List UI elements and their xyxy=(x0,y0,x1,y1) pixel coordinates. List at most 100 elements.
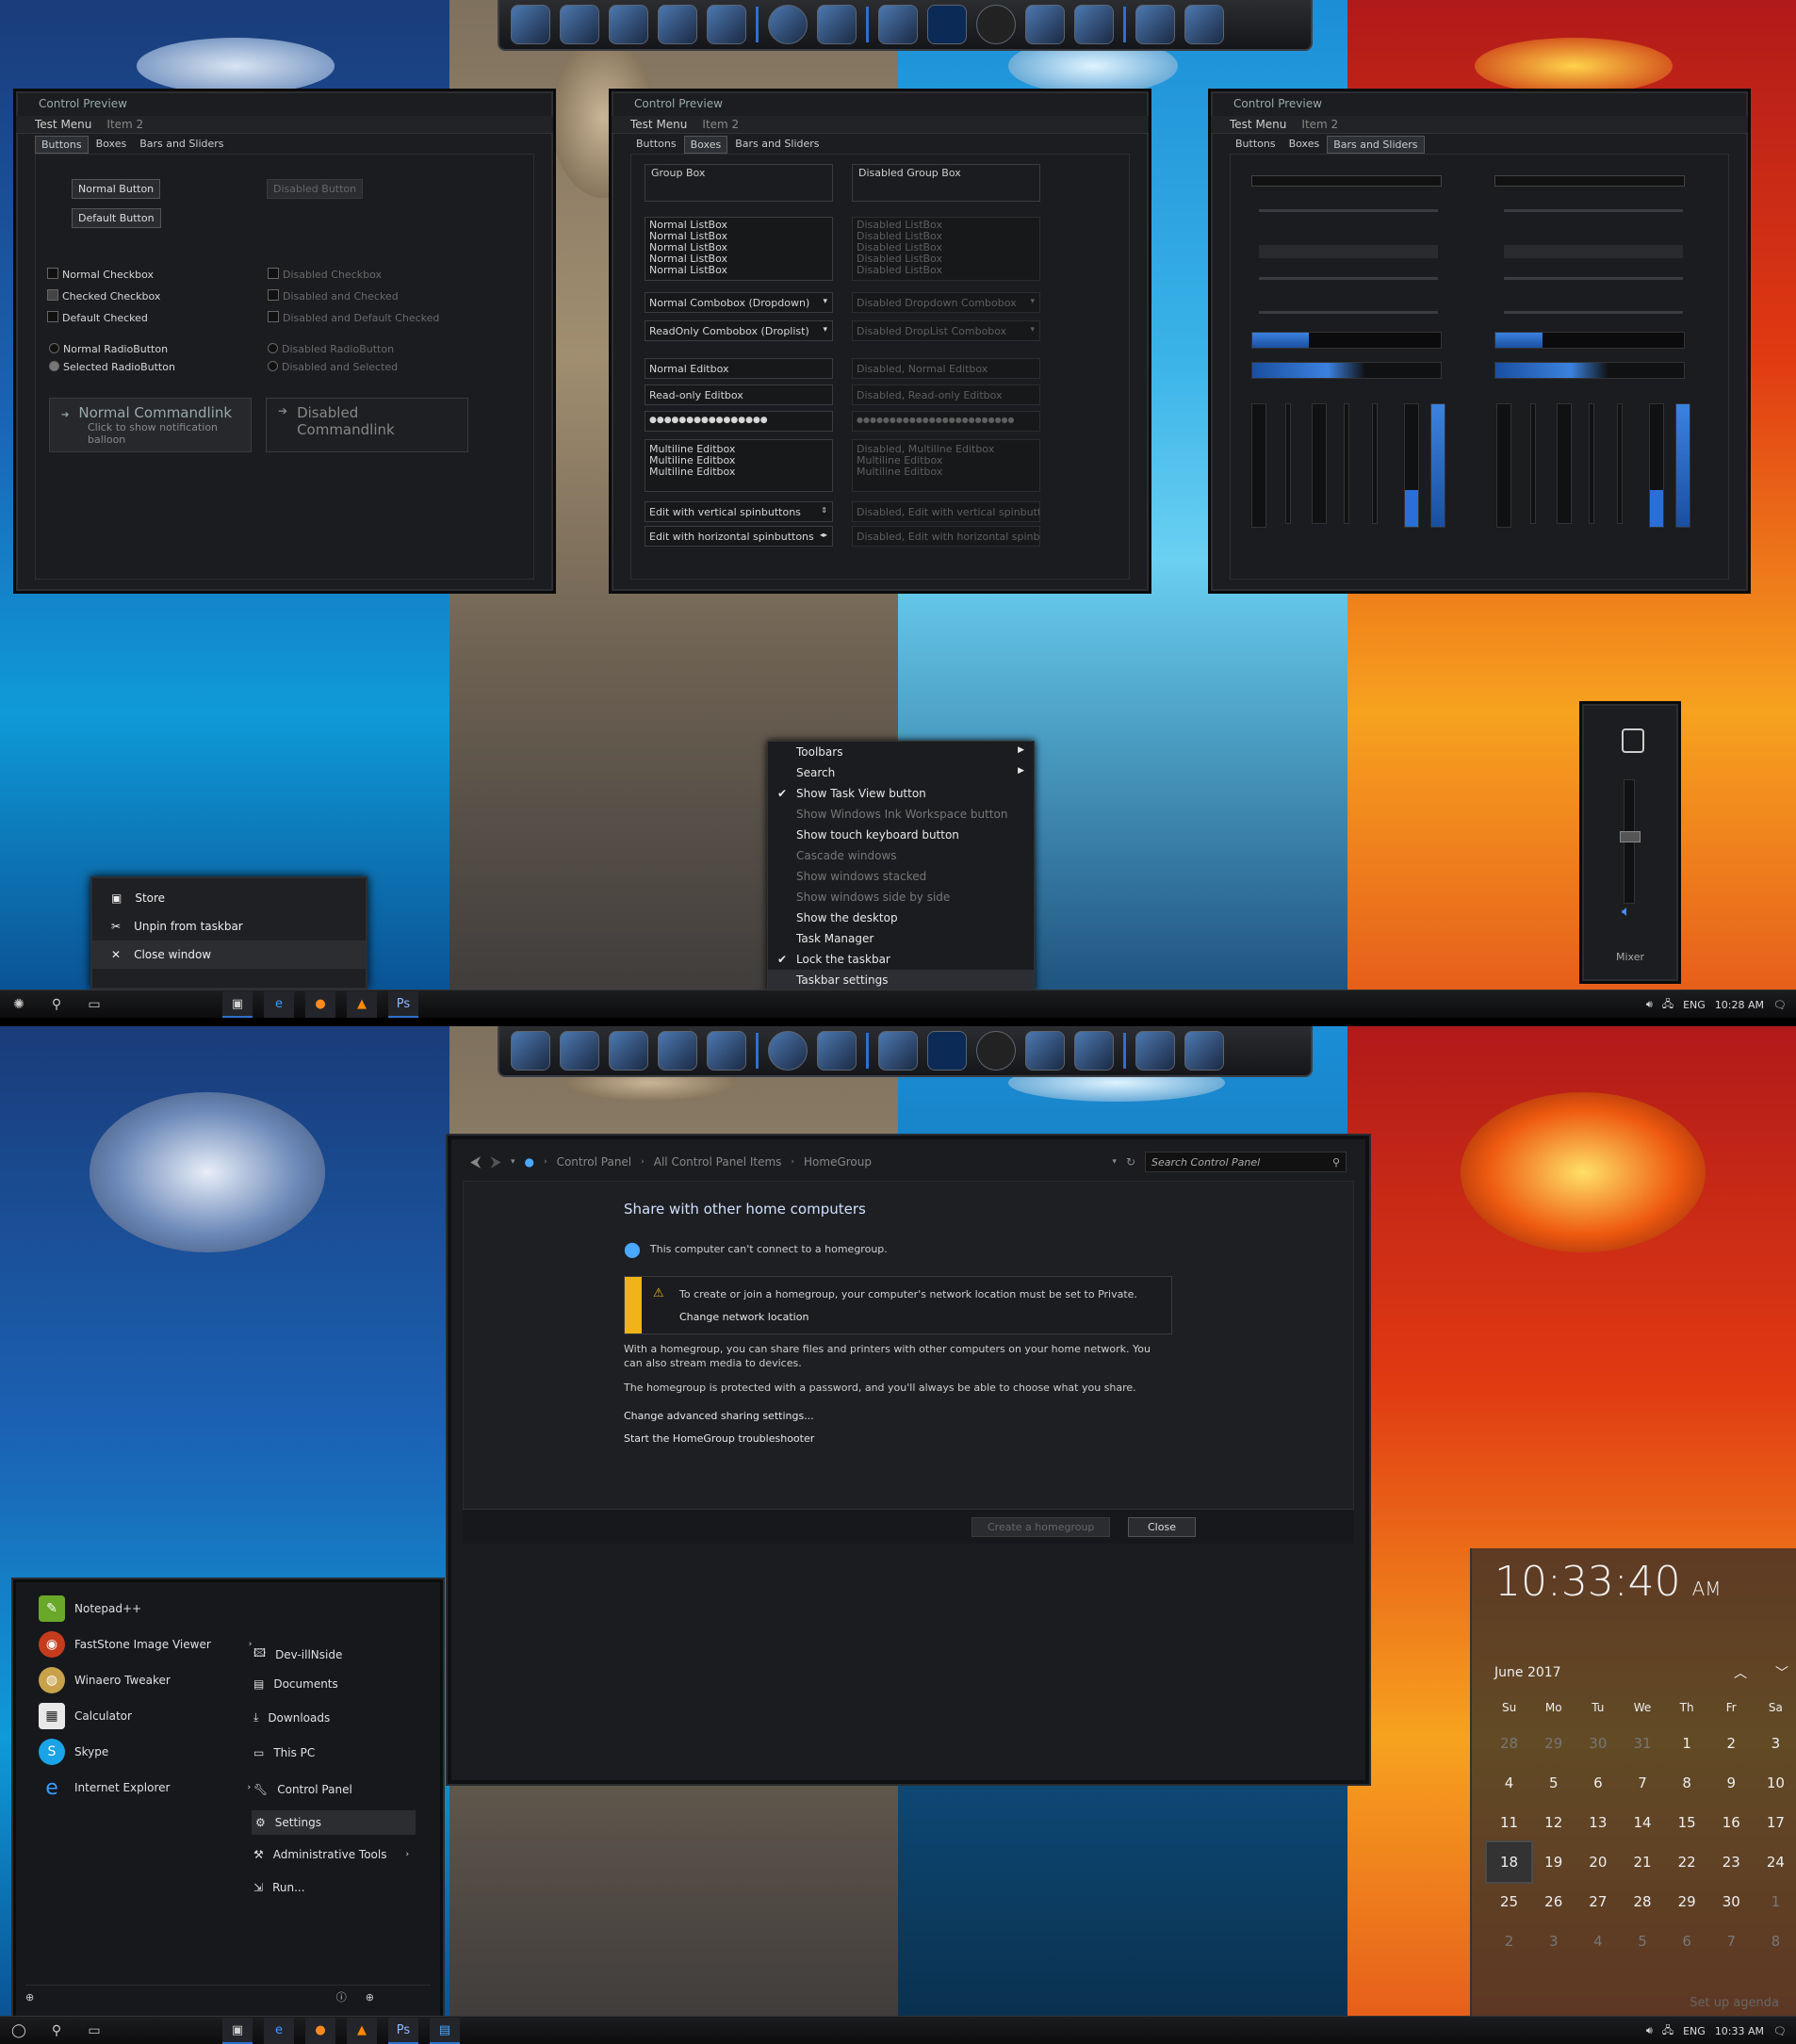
menu-task-view[interactable]: ✔ Show Task View button xyxy=(768,783,1034,804)
droplist-combobox[interactable]: ReadOnly Combobox (Droplist) ▾ xyxy=(645,320,833,341)
dock-game-icon[interactable] xyxy=(1184,1031,1224,1071)
start-place-documents[interactable]: ▤ Documents xyxy=(253,1677,338,1691)
taskbar-edge-icon[interactable]: e xyxy=(264,2018,294,2044)
checked-checkbox[interactable]: Checked Checkbox xyxy=(47,289,160,303)
calendar-day[interactable]: 23 xyxy=(1709,1842,1754,1882)
dock-game-icon[interactable] xyxy=(1184,5,1224,44)
tab-bars-sliders[interactable]: Bars and Sliders xyxy=(134,136,229,154)
start-app-notepadpp[interactable]: ✎ Notepad++ xyxy=(39,1595,141,1622)
calendar-day[interactable]: 25 xyxy=(1487,1882,1531,1921)
notification-icon[interactable]: 🗨︎ xyxy=(1773,2025,1787,2037)
calendar-day[interactable]: 5 xyxy=(1531,1763,1576,1803)
vertical-slider[interactable] xyxy=(1344,403,1349,524)
selected-radio[interactable]: Selected RadioButton xyxy=(49,361,175,373)
start-place-this-pc[interactable]: ▭ This PC xyxy=(253,1746,315,1759)
calendar-day[interactable]: 16 xyxy=(1709,1803,1754,1842)
menu-item[interactable]: Test Menu xyxy=(1230,118,1286,131)
calendar-day[interactable]: 11 xyxy=(1487,1803,1531,1842)
breadcrumb-homegroup[interactable]: HomeGroup xyxy=(804,1155,872,1169)
search-icon[interactable]: ⚲ xyxy=(46,994,67,1015)
multiline-editbox[interactable]: Multiline Editbox Multiline Editbox Multil… xyxy=(645,439,833,492)
dock-hammer-icon[interactable] xyxy=(878,1031,918,1071)
slider-track[interactable] xyxy=(1259,311,1438,314)
taskbar-photoshop-icon[interactable]: Ps xyxy=(388,991,418,1018)
recent-locations-icon[interactable]: ▾ xyxy=(511,1157,515,1167)
jump-store[interactable]: ▣ Store xyxy=(92,878,366,912)
default-button[interactable]: Default Button xyxy=(72,208,161,228)
calendar-day[interactable]: 22 xyxy=(1665,1842,1709,1882)
all-programs-icon[interactable]: ⊕ xyxy=(25,1991,34,2003)
taskbar-control-panel-icon[interactable]: ▤ xyxy=(430,2018,460,2044)
dock-app-icon[interactable] xyxy=(1074,5,1114,44)
start-place-control-panel[interactable]: 🔧︎ Control Panel xyxy=(253,1783,352,1796)
slider-track[interactable] xyxy=(1259,245,1438,258)
troubleshooter-link[interactable]: Start the HomeGroup troubleshooter xyxy=(624,1432,814,1445)
menu-item[interactable]: Item 2 xyxy=(702,118,739,131)
password-editbox[interactable]: ●●●●●●●●●●●●●●●● xyxy=(645,411,833,432)
vertical-spin-edit[interactable]: Edit with vertical spinbuttons ⇕ xyxy=(645,501,833,522)
start-app-winaero[interactable]: ◍ Winaero Tweaker xyxy=(39,1667,171,1693)
calendar-day[interactable]: 14 xyxy=(1620,1803,1664,1842)
taskbar-store-icon[interactable]: ▣ xyxy=(222,991,253,1018)
vertical-slider[interactable] xyxy=(1617,403,1623,524)
calendar-day[interactable]: 19 xyxy=(1531,1842,1576,1882)
calendar-day[interactable]: 4 xyxy=(1487,1763,1531,1803)
vertical-scrollbar[interactable] xyxy=(1251,403,1266,528)
task-view-icon[interactable]: ▭ xyxy=(84,994,105,1015)
menu-task-manager[interactable]: Task Manager xyxy=(768,928,1034,949)
volume-slider[interactable] xyxy=(1620,779,1641,904)
menu-show-desktop[interactable]: Show the desktop xyxy=(768,908,1034,928)
calendar-day[interactable]: 2 xyxy=(1487,1921,1531,1961)
dock-fx-icon[interactable] xyxy=(976,1031,1016,1071)
dock-app-icon[interactable] xyxy=(1025,5,1065,44)
calendar-day[interactable]: 5 xyxy=(1620,1921,1664,1961)
menu-item[interactable]: Test Menu xyxy=(35,118,91,131)
start-app-calculator[interactable]: ▦ Calculator xyxy=(39,1703,132,1729)
tab-buttons[interactable]: Buttons xyxy=(1230,136,1282,154)
start-orb-icon[interactable]: ✺ xyxy=(8,994,29,1015)
language-indicator[interactable]: ENG xyxy=(1683,999,1706,1011)
task-view-icon[interactable]: ▭ xyxy=(84,2020,105,2041)
dock-app-icon[interactable] xyxy=(511,5,550,44)
vertical-slider[interactable] xyxy=(1530,403,1536,524)
normal-radio[interactable]: Normal RadioButton xyxy=(49,343,168,355)
readonly-editbox[interactable]: Read-only Editbox xyxy=(645,384,833,405)
volume-icon[interactable]: 🔊︎ xyxy=(1646,2024,1653,2037)
dock-amd-icon[interactable] xyxy=(817,5,857,44)
search-icon[interactable]: ⚲ xyxy=(1332,1156,1340,1169)
network-icon[interactable]: 🖧︎ xyxy=(1662,996,1674,1014)
speaker-icon[interactable]: 🔈︎ xyxy=(1622,902,1631,921)
taskbar-firefox-icon[interactable]: ● xyxy=(305,2018,335,2044)
jump-close-window[interactable]: ✕ Close window xyxy=(92,940,366,969)
calendar-day[interactable]: 27 xyxy=(1576,1882,1620,1921)
vertical-slider[interactable] xyxy=(1557,403,1572,524)
address-dropdown-icon[interactable]: ▾ xyxy=(1112,1157,1117,1167)
normal-button[interactable]: Normal Button xyxy=(72,179,161,199)
chevron-down-icon[interactable]: ﹀ xyxy=(1775,1663,1788,1682)
taskbar-vlc-icon[interactable]: ▲ xyxy=(347,2018,377,2044)
start-place-user[interactable]: 🖾︎ Dev-illNside xyxy=(253,1644,342,1664)
normal-checkbox[interactable]: Normal Checkbox xyxy=(47,268,154,281)
dock-app-icon[interactable] xyxy=(609,5,648,44)
normal-editbox[interactable]: Normal Editbox xyxy=(645,358,833,379)
taskbar-firefox-icon[interactable]: ● xyxy=(305,991,335,1018)
dock-game-icon[interactable] xyxy=(1135,5,1175,44)
horizontal-scrollbar[interactable] xyxy=(1251,175,1442,187)
search-field[interactable]: Search Control Panel ⚲ xyxy=(1145,1152,1347,1172)
month-label[interactable]: June 2017 xyxy=(1494,1665,1561,1680)
menu-side-by-side[interactable]: Show windows side by side xyxy=(768,887,1034,908)
forward-icon[interactable]: ⮞ xyxy=(490,1153,501,1171)
vertical-slider[interactable] xyxy=(1285,403,1291,524)
refresh-icon[interactable]: ↻ xyxy=(1126,1155,1135,1169)
calendar-day[interactable]: 24 xyxy=(1754,1842,1796,1882)
menu-stacked[interactable]: Show windows stacked xyxy=(768,866,1034,887)
mixer-link[interactable]: Mixer xyxy=(1582,951,1678,963)
notification-icon[interactable]: 🗨︎ xyxy=(1773,999,1787,1011)
calendar-day[interactable]: 28 xyxy=(1487,1724,1531,1763)
start-app-ie[interactable]: e Internet Explorer › xyxy=(39,1774,251,1801)
normal-commandlink[interactable]: ➔ Normal Commandlink Click to show notifi… xyxy=(49,398,252,452)
slider-track[interactable] xyxy=(1259,277,1438,280)
close-button[interactable]: Close xyxy=(1128,1517,1196,1537)
calendar-day[interactable]: 10 xyxy=(1754,1763,1796,1803)
info-icon[interactable]: ⓘ xyxy=(336,1989,347,2004)
